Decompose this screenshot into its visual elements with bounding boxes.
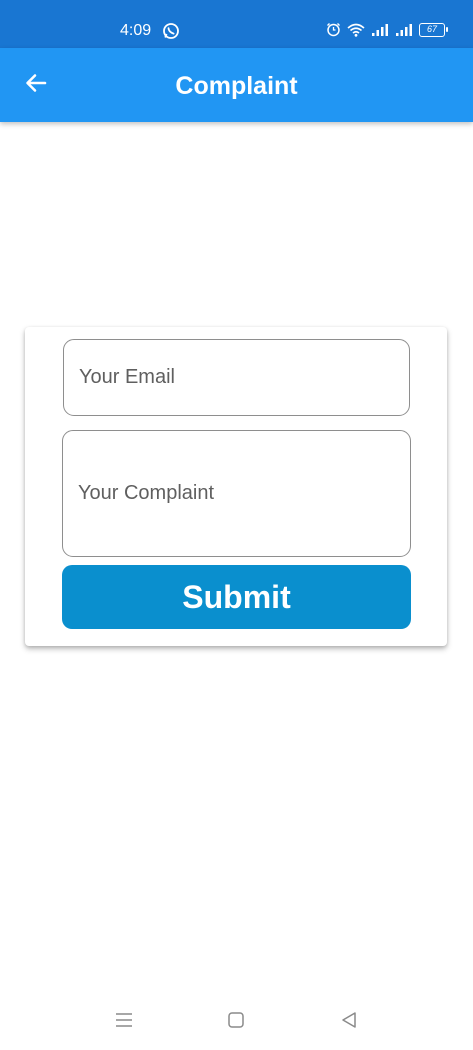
complaint-form-card: Your Email Your Complaint Submit [25, 327, 447, 646]
whatsapp-icon [162, 22, 180, 40]
wifi-icon [347, 23, 365, 37]
menu-icon [114, 1011, 134, 1034]
back-nav-button[interactable] [337, 1010, 361, 1034]
menu-button[interactable] [112, 1010, 136, 1034]
arrow-left-icon [24, 71, 48, 100]
home-icon [227, 1011, 245, 1034]
signal-icon [395, 23, 413, 37]
submit-button[interactable]: Submit [62, 565, 411, 629]
back-triangle-icon [340, 1011, 358, 1034]
app-bar: Complaint [0, 48, 473, 122]
battery-icon: 67 [419, 22, 448, 37]
page-title: Complaint [175, 72, 298, 100]
signal-icon [371, 23, 389, 37]
status-icons: 67 [326, 22, 448, 37]
back-button[interactable] [18, 67, 54, 103]
alarm-icon [326, 22, 341, 37]
email-field[interactable]: Your Email [63, 339, 410, 416]
home-button[interactable] [224, 1010, 248, 1034]
complaint-placeholder: Your Complaint [78, 482, 215, 504]
status-time: 4:09 [120, 22, 152, 39]
navigation-bar [0, 1000, 473, 1050]
complaint-field[interactable]: Your Complaint [62, 430, 411, 557]
status-bar: 4:09 67 [0, 0, 473, 48]
battery-level: 67 [426, 23, 437, 34]
email-placeholder: Your Email [79, 366, 175, 388]
